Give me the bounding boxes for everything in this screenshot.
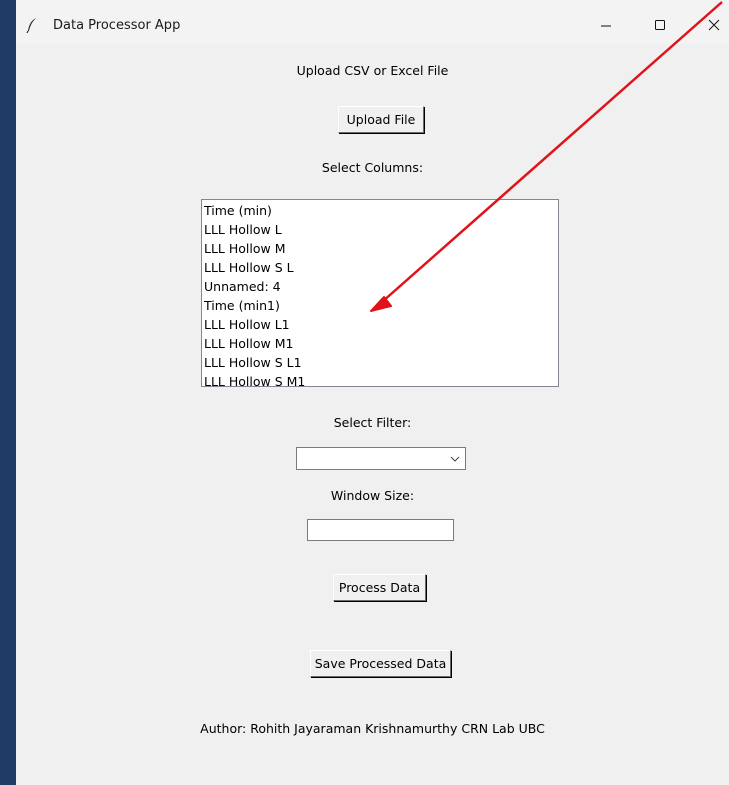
- close-button[interactable]: [692, 12, 729, 40]
- window-size-input[interactable]: [307, 519, 454, 541]
- list-item[interactable]: LLL Hollow S M1: [202, 372, 558, 386]
- process-data-button[interactable]: Process Data: [333, 574, 426, 601]
- list-item[interactable]: LLL Hollow S L: [202, 258, 558, 277]
- list-item[interactable]: Unnamed: 4: [202, 277, 558, 296]
- minimize-button[interactable]: [584, 12, 628, 40]
- close-icon: [708, 19, 720, 34]
- window-size-label: Window Size:: [330, 488, 415, 503]
- upload-label: Upload CSV or Excel File: [296, 63, 449, 78]
- select-columns-label: Select Columns:: [321, 160, 424, 175]
- minimize-icon: [600, 19, 612, 34]
- list-item[interactable]: LLL Hollow M: [202, 239, 558, 258]
- desktop-edge-strip: [0, 0, 16, 785]
- maximize-button[interactable]: [638, 12, 682, 40]
- filter-combobox[interactable]: [296, 447, 466, 470]
- columns-listbox[interactable]: Time (min) LLL Hollow L LLL Hollow M LLL…: [201, 199, 559, 387]
- list-item[interactable]: Time (min1): [202, 296, 558, 315]
- maximize-icon: [654, 19, 666, 34]
- list-item[interactable]: LLL Hollow L1: [202, 315, 558, 334]
- select-filter-label: Select Filter:: [333, 415, 412, 430]
- title-bar[interactable]: Data Processor App: [16, 0, 729, 44]
- save-processed-data-button[interactable]: Save Processed Data: [310, 650, 451, 677]
- list-item[interactable]: LLL Hollow S L1: [202, 353, 558, 372]
- chevron-down-icon[interactable]: [449, 453, 461, 465]
- author-text: Author: Rohith Jayaraman Krishnamurthy C…: [200, 721, 545, 736]
- window-title: Data Processor App: [53, 18, 181, 33]
- feather-icon: [26, 17, 38, 34]
- list-item[interactable]: LLL Hollow L: [202, 220, 558, 239]
- list-item[interactable]: LLL Hollow M1: [202, 334, 558, 353]
- app-window: Data Processor App Upload CSV or Excel F…: [16, 0, 729, 785]
- list-item[interactable]: Time (min): [202, 201, 558, 220]
- upload-file-button[interactable]: Upload File: [338, 106, 424, 133]
